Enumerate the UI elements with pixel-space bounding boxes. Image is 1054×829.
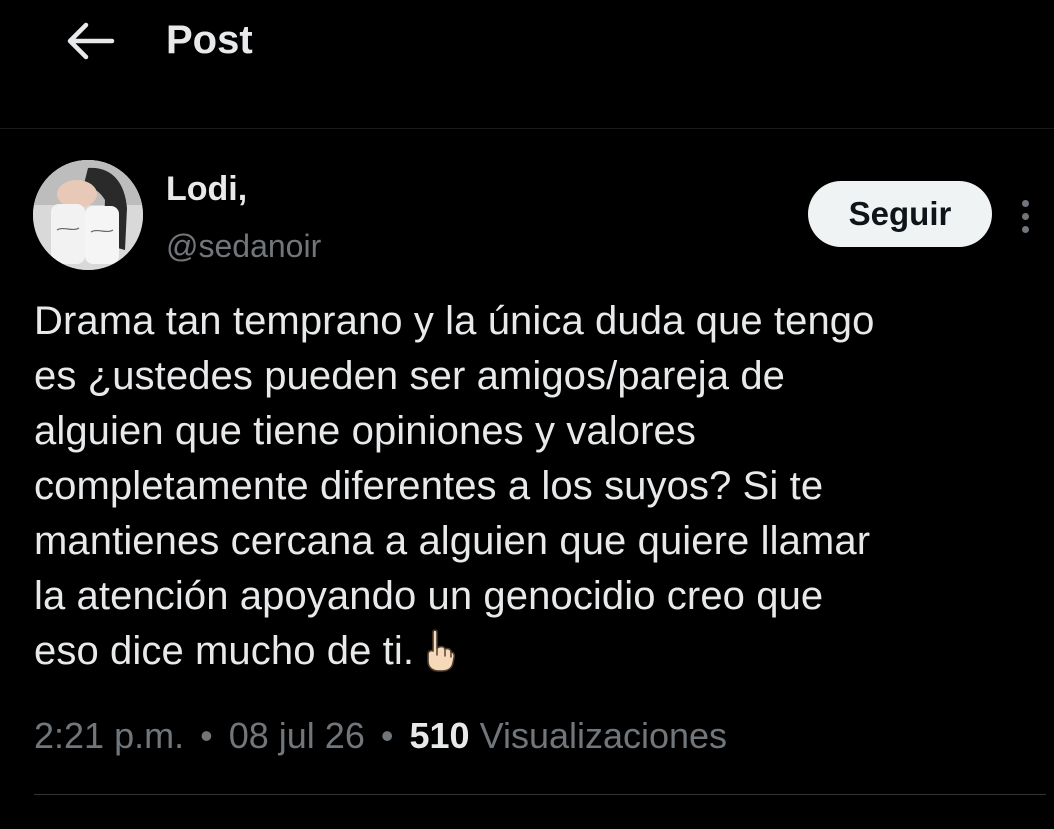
post-text-line: la atención apoyando un genocidio creo q… xyxy=(34,574,824,618)
post-text-line: eso dice mucho de ti. xyxy=(34,629,415,673)
divider xyxy=(34,794,1046,795)
post-text-line: es ¿ustedes pueden ser amigos/pareja de xyxy=(34,354,786,398)
post-text: Drama tan temprano y la única duda que t… xyxy=(34,294,1034,687)
arrow-left-icon xyxy=(67,22,115,60)
dot-icon xyxy=(1021,225,1029,233)
avatar[interactable] xyxy=(33,160,143,270)
back-button[interactable] xyxy=(58,16,122,66)
views-count[interactable]: 510 xyxy=(409,715,469,756)
separator: • xyxy=(200,715,213,756)
post-text-line: completamente diferentes a los suyos? Si… xyxy=(34,464,824,508)
more-options-button[interactable] xyxy=(1010,196,1040,236)
top-bar: Post xyxy=(0,0,1054,129)
pointing-up-hand-icon xyxy=(422,628,456,687)
post-text-line: Drama tan temprano y la única duda que t… xyxy=(34,299,875,343)
author-display-name[interactable]: Lodi, xyxy=(166,168,247,210)
post-text-line-last: eso dice mucho de ti. xyxy=(34,624,1034,687)
post-text-line: alguien que tiene opiniones y valores xyxy=(34,409,696,453)
author-handle[interactable]: @sedanoir xyxy=(166,226,321,266)
page-title: Post xyxy=(166,18,253,62)
follow-button[interactable]: Seguir xyxy=(808,181,992,247)
post-meta: 2:21 p.m. • 08 jul 26 • 510 Visualizacio… xyxy=(34,712,727,760)
separator: • xyxy=(380,715,394,756)
avatar-photo xyxy=(33,160,143,270)
dot-icon xyxy=(1021,199,1029,207)
post-date[interactable]: 08 jul 26 xyxy=(229,715,365,756)
post-text-line: mantienes cercana a alguien que quiere l… xyxy=(34,519,871,563)
dot-icon xyxy=(1021,212,1029,220)
post-time[interactable]: 2:21 p.m. xyxy=(34,715,184,756)
views-label[interactable]: Visualizaciones xyxy=(480,715,727,756)
